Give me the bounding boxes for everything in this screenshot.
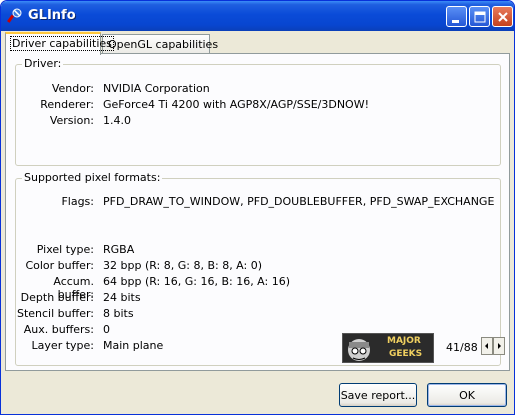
minimize-icon (452, 20, 459, 23)
arrow-left-icon (485, 343, 488, 349)
maximize-button[interactable] (469, 6, 490, 27)
logo-text-geeks: GEEKS (389, 349, 423, 359)
field-value: RGBA (103, 243, 135, 256)
field-value: 64 bpp (R: 16, G: 16, B: 16, A: 16) (103, 275, 291, 288)
save-report-button[interactable]: Save report... (339, 383, 417, 407)
driver-group: Driver: Vendor: NVIDIA Corporation Rende… (15, 57, 501, 166)
field-label: Renderer: (40, 98, 94, 111)
field-label: Depth buffer: (20, 291, 94, 304)
window-title: GLInfo (28, 8, 76, 23)
app-icon (7, 8, 22, 23)
group-label: Driver: (22, 57, 64, 70)
glinfo-window: GLInfo Driver capabilities OpenGL capabi… (0, 0, 515, 415)
button-label: OK (459, 389, 475, 402)
field-value: 24 bits (103, 291, 141, 304)
previous-format-button[interactable] (481, 337, 493, 355)
field-label: Color buffer: (25, 259, 94, 272)
maximize-icon (474, 11, 486, 23)
close-button[interactable] (492, 6, 513, 27)
logo-text-major: MAJOR (387, 336, 421, 346)
tab-label: Driver capabilities (10, 36, 114, 51)
field-value: 0 (103, 323, 110, 336)
title-bar[interactable]: GLInfo (1, 1, 514, 31)
field-label: Version: (49, 114, 94, 127)
minimize-button[interactable] (446, 6, 467, 27)
next-format-button[interactable] (493, 337, 505, 355)
tab-label: OpenGL capabilities (108, 38, 219, 51)
field-label: Aux. buffers: (23, 323, 94, 336)
arrow-right-icon (498, 343, 501, 349)
field-value: NVIDIA Corporation (103, 82, 210, 95)
ok-button[interactable]: OK (427, 383, 507, 407)
field-label: Flags: (61, 195, 94, 208)
tab-opengl-capabilities[interactable]: OpenGL capabilities (102, 34, 218, 53)
tab-driver-capabilities[interactable]: Driver capabilities (5, 32, 114, 55)
group-label: Supported pixel formats: (22, 171, 163, 184)
field-label: Vendor: (51, 82, 94, 95)
field-value: 32 bpp (R: 8, G: 8, B: 8, A: 0) (103, 259, 263, 272)
field-value: GeForce4 Ti 4200 with AGP8X/AGP/SSE/3DNO… (103, 98, 369, 111)
button-label: Save report... (340, 389, 416, 402)
field-value: Main plane (103, 339, 164, 352)
field-label: Layer type: (31, 339, 94, 352)
field-value: 1.4.0 (103, 114, 131, 127)
tab-panel: Driver: Vendor: NVIDIA Corporation Rende… (5, 53, 510, 371)
majorgeeks-logo: MAJOR GEEKS (342, 333, 434, 363)
field-label: Pixel type: (36, 243, 94, 256)
format-counter: 41/88 (446, 341, 478, 354)
flags-value: PFD_DRAW_TO_WINDOW, PFD_DOUBLEBUFFER, PF… (103, 195, 495, 208)
close-icon (498, 12, 508, 22)
field-value: 8 bits (103, 307, 134, 320)
field-label: Stencil buffer: (16, 307, 94, 320)
